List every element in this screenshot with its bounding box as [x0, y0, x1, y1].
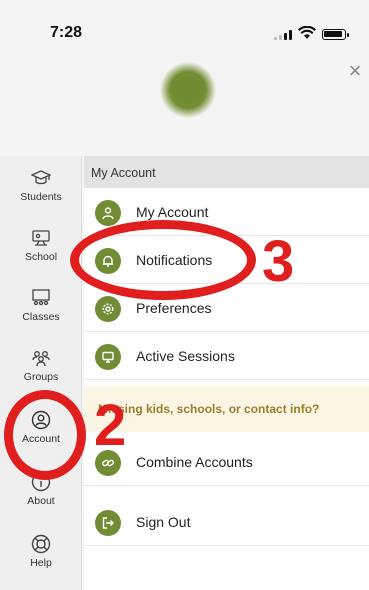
classroom-icon [32, 289, 50, 306]
user-icon [95, 200, 121, 226]
avatar [160, 62, 216, 118]
sidebar: Students School Classes Groups Account A… [0, 156, 82, 590]
signal-icon [274, 30, 292, 40]
menu-item-label: Active Sessions [136, 348, 235, 364]
monitor-icon [95, 344, 121, 370]
menu-item-combine-accounts[interactable]: Combine Accounts [84, 438, 369, 486]
menu-item-sign-out[interactable]: Sign Out [84, 498, 369, 546]
lifebuoy-icon [31, 534, 51, 554]
annotation-circle-account [4, 390, 86, 480]
sidebar-item-school[interactable]: School [0, 218, 82, 280]
section-title: My Account [84, 156, 369, 188]
annotation-circle-notifications [70, 220, 256, 300]
menu-item-label: Preferences [136, 300, 212, 316]
account-menu: My Account My Account Notifications Pref… [84, 156, 369, 590]
gear-icon [95, 296, 121, 322]
sign-out-icon [95, 510, 121, 536]
missing-info-banner[interactable]: Missing kids, schools, or contact info? [84, 386, 369, 432]
profile-header: × [0, 48, 369, 156]
menu-item-label: My Account [136, 204, 209, 220]
annotation-step-3: 3 [262, 229, 295, 294]
sidebar-item-label: About [27, 495, 55, 507]
annotation-step-2: 2 [94, 393, 127, 458]
banner-text: Missing kids, schools, or contact info? [98, 402, 320, 416]
menu-item-active-sessions[interactable]: Active Sessions [84, 332, 369, 380]
sidebar-item-label: Classes [22, 311, 60, 323]
menu-item-label: Sign Out [136, 514, 191, 530]
menu-item-label: Combine Accounts [136, 454, 253, 470]
sidebar-item-label: Students [20, 191, 62, 203]
status-bar: 7:28 [0, 0, 369, 48]
school-icon [32, 230, 50, 246]
sidebar-item-label: Help [30, 557, 52, 569]
status-time: 7:28 [50, 24, 83, 41]
groups-icon [32, 351, 50, 367]
battery-icon [322, 29, 349, 40]
sidebar-item-classes[interactable]: Classes [0, 278, 82, 340]
sidebar-item-label: Groups [23, 371, 59, 383]
graduation-cap-icon [31, 170, 51, 185]
sidebar-item-help[interactable]: Help [0, 524, 82, 586]
wifi-icon [298, 26, 316, 39]
sidebar-item-students[interactable]: Students [0, 158, 82, 220]
close-button[interactable]: × [344, 60, 366, 82]
